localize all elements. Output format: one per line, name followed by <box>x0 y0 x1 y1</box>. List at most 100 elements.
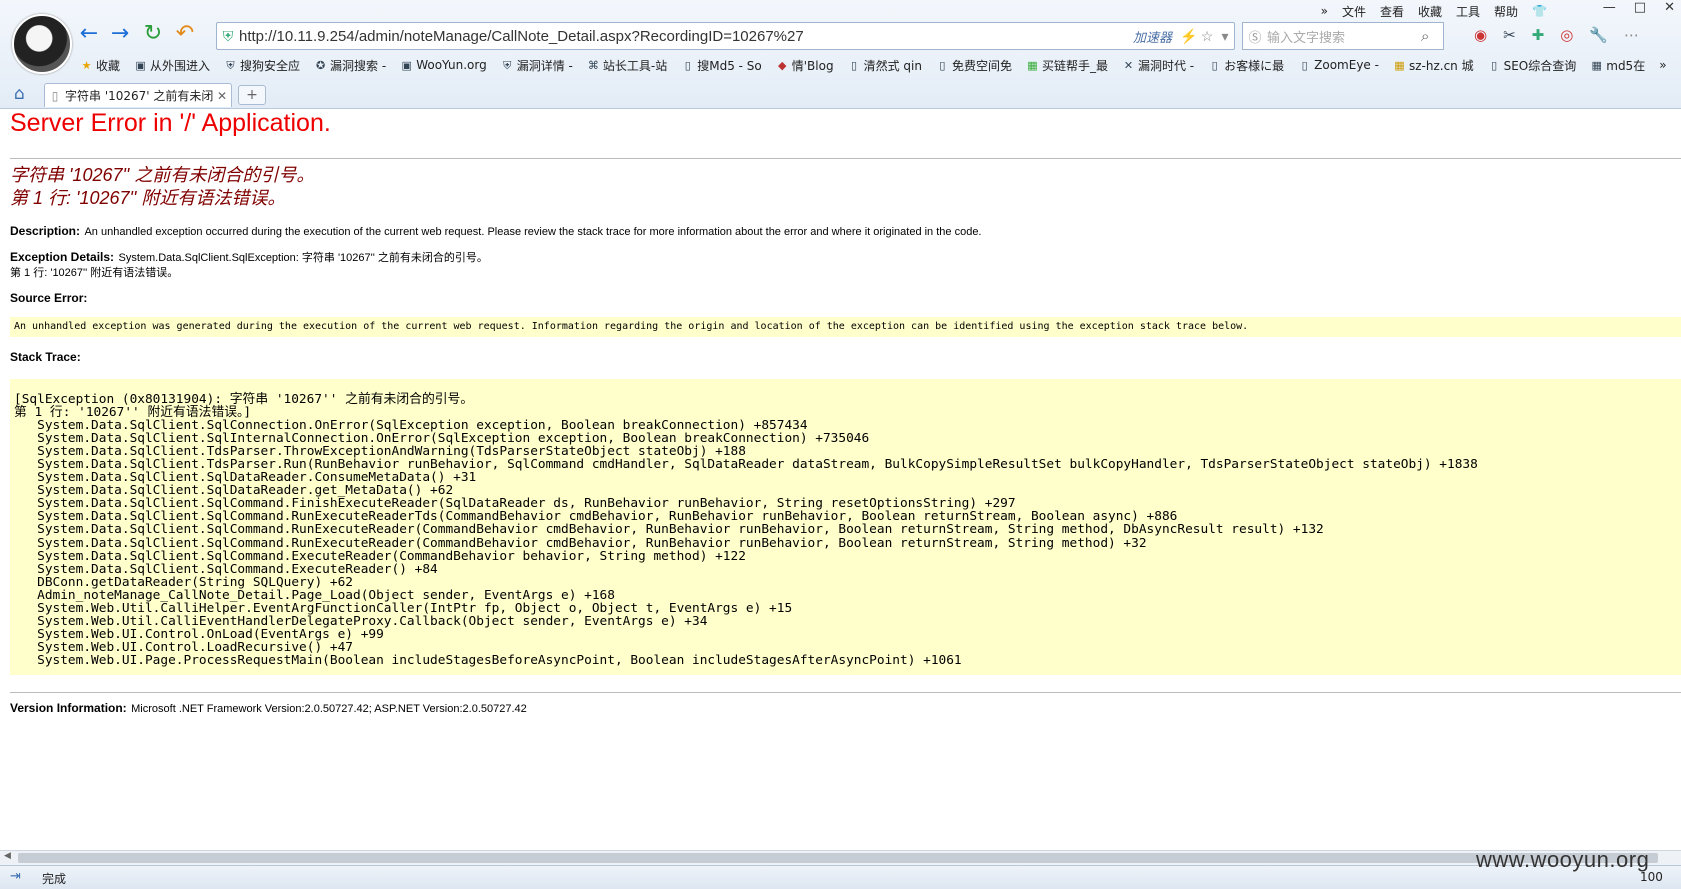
source-error-box: An unhandled exception was generated dur… <box>10 317 1681 337</box>
stack-trace-box: [SqlException (0x80131904): 字符串 '10267''… <box>10 379 1681 675</box>
favorites-more-icon[interactable]: » <box>1659 58 1666 72</box>
close-window-button[interactable]: ✕ <box>1664 0 1675 15</box>
search-input[interactable]: 输入文字搜索 <box>1267 27 1421 46</box>
user-avatar[interactable] <box>12 14 72 74</box>
favorites-item[interactable]: ▦ sz-hz.cn 城 <box>1393 57 1473 74</box>
status-bar: ⇥ 完成 100 <box>0 865 1681 889</box>
page-icon: ▯ <box>939 58 946 72</box>
favorites-item[interactable]: ▯ SEO综合查询 <box>1488 57 1576 74</box>
description: Description: An unhandled exception occu… <box>10 224 982 238</box>
address-url[interactable]: http://10.11.9.254/admin/noteManage/Call… <box>239 28 1133 45</box>
menu-help[interactable]: 帮助 <box>1494 3 1518 20</box>
favorites-item[interactable]: ▯ お客様に最 <box>1208 57 1285 74</box>
refresh-icon[interactable]: ↻ <box>140 22 166 46</box>
menu-tools[interactable]: 工具 <box>1456 3 1480 20</box>
bookmark-icon: ✪ <box>315 58 326 72</box>
page-icon: ▯ <box>1491 58 1498 72</box>
divider <box>10 692 1681 693</box>
scissors-icon[interactable]: ✂ <box>1503 26 1516 44</box>
wrench-icon[interactable]: 🔧 <box>1589 26 1608 44</box>
search-box[interactable]: Ⓢ 输入文字搜索 ⌕ <box>1242 22 1444 50</box>
page-icon: ▯ <box>684 58 691 72</box>
favorites-item[interactable]: ✪ 漏洞搜索 - <box>314 57 386 74</box>
bookmark-icon: ▦ <box>1394 58 1405 72</box>
lightning-icon[interactable]: ⚡ <box>1180 28 1198 45</box>
source-error-label: Source Error: <box>10 291 88 305</box>
favorites-item[interactable]: ⌘ 站长工具-站 <box>587 57 667 74</box>
page-icon: ▯ <box>1211 58 1218 72</box>
scrollbar-thumb[interactable] <box>18 853 1658 863</box>
security-icon[interactable]: ◉ <box>1474 26 1487 44</box>
forward-icon[interactable]: → <box>107 22 133 46</box>
star-icon[interactable]: ☆ <box>1198 28 1216 45</box>
toolbar-right: ◉ ✂ ✚ ◎ 🔧 ⋯ <box>1474 26 1639 44</box>
watermark: www.wooyun.org <box>1476 847 1650 872</box>
menu-file[interactable]: 文件 <box>1342 3 1366 20</box>
favorites-bar: ★ 收藏 ▣ 从外围进入 ⛨ 搜狗安全应 ✪ 漏洞搜索 - ▣ WooYun.org ⛨ 漏… <box>80 55 1675 75</box>
page-icon: ▯ <box>51 88 59 103</box>
skin-icon[interactable]: 👕 <box>1532 4 1547 18</box>
menu-expand-icon[interactable]: » <box>1321 4 1328 18</box>
close-tab-icon[interactable]: ✕ <box>213 89 231 103</box>
menu-favorites[interactable]: 收藏 <box>1418 3 1442 20</box>
home-icon[interactable]: ⌂ <box>14 84 25 104</box>
star-icon: ★ <box>81 58 92 72</box>
tab-title: 字符串 '10267' 之前有未闭合的引号。 <box>65 89 213 103</box>
bookmark-icon: ▣ <box>135 58 146 72</box>
weibo-icon[interactable]: ◎ <box>1560 26 1573 44</box>
page-icon: ▯ <box>851 58 858 72</box>
back-icon[interactable]: ← <box>76 22 102 46</box>
bookmark-icon: ⌘ <box>587 58 599 72</box>
bookmark-icon: ▣ <box>401 58 412 72</box>
scroll-left-icon[interactable]: ◀ <box>4 851 11 861</box>
bookmark-icon: ◆ <box>778 58 787 72</box>
page-icon: ▯ <box>1301 58 1308 72</box>
minimize-button[interactable]: — <box>1603 0 1616 15</box>
bookmark-icon: ⛨ <box>226 58 235 72</box>
favorites-item[interactable]: ✕ 漏洞时代 - <box>1122 57 1194 74</box>
version-information: Version Information: Microsoft .NET Fram… <box>10 701 527 715</box>
error-message: 字符串 '10267'' 之前有未闭合的引号。 第 1 行: '10267'' … <box>10 165 315 208</box>
browser-chrome: » 文件 查看 收藏 工具 帮助 👕 — □ ✕ ← → ↻ ↶ ⛨ http:… <box>0 0 1681 109</box>
favorites-item[interactable]: ⛨ 搜狗安全应 <box>224 57 300 74</box>
favorites-item[interactable]: ▣ 从外围进入 <box>134 57 210 74</box>
tab-bar: ⌂ ▯ 字符串 '10267' 之前有未闭合的引号。 ✕ + <box>0 80 1681 107</box>
favorites-item[interactable]: ⛨ 漏洞详情 - <box>501 57 573 74</box>
menu-view[interactable]: 查看 <box>1380 3 1404 20</box>
undo-close-icon[interactable]: ↶ <box>172 22 198 46</box>
tab-active[interactable]: ▯ 字符串 '10267' 之前有未闭合的引号。 ✕ <box>44 83 232 107</box>
menu-bar: » 文件 查看 收藏 工具 帮助 👕 <box>1321 2 1651 20</box>
favorites-item[interactable]: ▯ 清然式 qin <box>848 57 922 74</box>
address-bar[interactable]: ⛨ http://10.11.9.254/admin/noteManage/Ca… <box>216 22 1235 50</box>
favorites-item[interactable]: ★ 收藏 <box>80 57 120 74</box>
new-tab-button[interactable]: + <box>238 85 266 105</box>
chevron-down-icon[interactable]: ▾ <box>1216 28 1234 45</box>
favorites-item[interactable]: ▣ WooYun.org <box>400 58 487 72</box>
favorites-item[interactable]: ▯ ZoomEye - <box>1298 58 1379 72</box>
favorites-item[interactable]: ▦ md5在 <box>1590 57 1646 74</box>
security-shield-icon: ⛨ <box>222 27 234 44</box>
more-icon[interactable]: ⋯ <box>1624 26 1639 44</box>
favorites-item[interactable]: ▯ 免费空间免 <box>936 57 1012 74</box>
page-title: Server Error in '/' Application. <box>10 109 331 137</box>
page-content: Server Error in '/' Application. 字符串 '10… <box>0 109 1681 849</box>
search-icon[interactable]: ⌕ <box>1421 27 1443 45</box>
accelerator-button[interactable]: 加速器 <box>1133 27 1172 46</box>
status-text: 完成 <box>42 872 67 886</box>
horizontal-scrollbar[interactable]: ◀ <box>0 850 1681 865</box>
window-controls: — □ ✕ <box>1603 0 1675 15</box>
bookmark-icon: ⛨ <box>503 58 512 72</box>
maximize-button[interactable]: □ <box>1634 0 1646 15</box>
favorites-item[interactable]: ▦ 买链帮手_最 <box>1026 57 1108 74</box>
bookmark-icon: ▦ <box>1027 58 1038 72</box>
bookmark-icon: ✕ <box>1123 58 1134 72</box>
favorites-item[interactable]: ◆ 情'Blog <box>776 57 834 74</box>
search-engine-icon[interactable]: Ⓢ <box>1243 27 1267 46</box>
favorites-item[interactable]: ▯ 搜Md5 - So <box>681 57 762 74</box>
exception-details: Exception Details: System.Data.SqlClient… <box>10 250 488 280</box>
stack-trace-label: Stack Trace: <box>10 350 81 364</box>
game-icon[interactable]: ✚ <box>1532 26 1545 44</box>
bookmark-icon: ▦ <box>1591 58 1602 72</box>
sidebar-toggle-icon[interactable]: ⇥ <box>10 869 21 884</box>
divider <box>10 158 1681 159</box>
